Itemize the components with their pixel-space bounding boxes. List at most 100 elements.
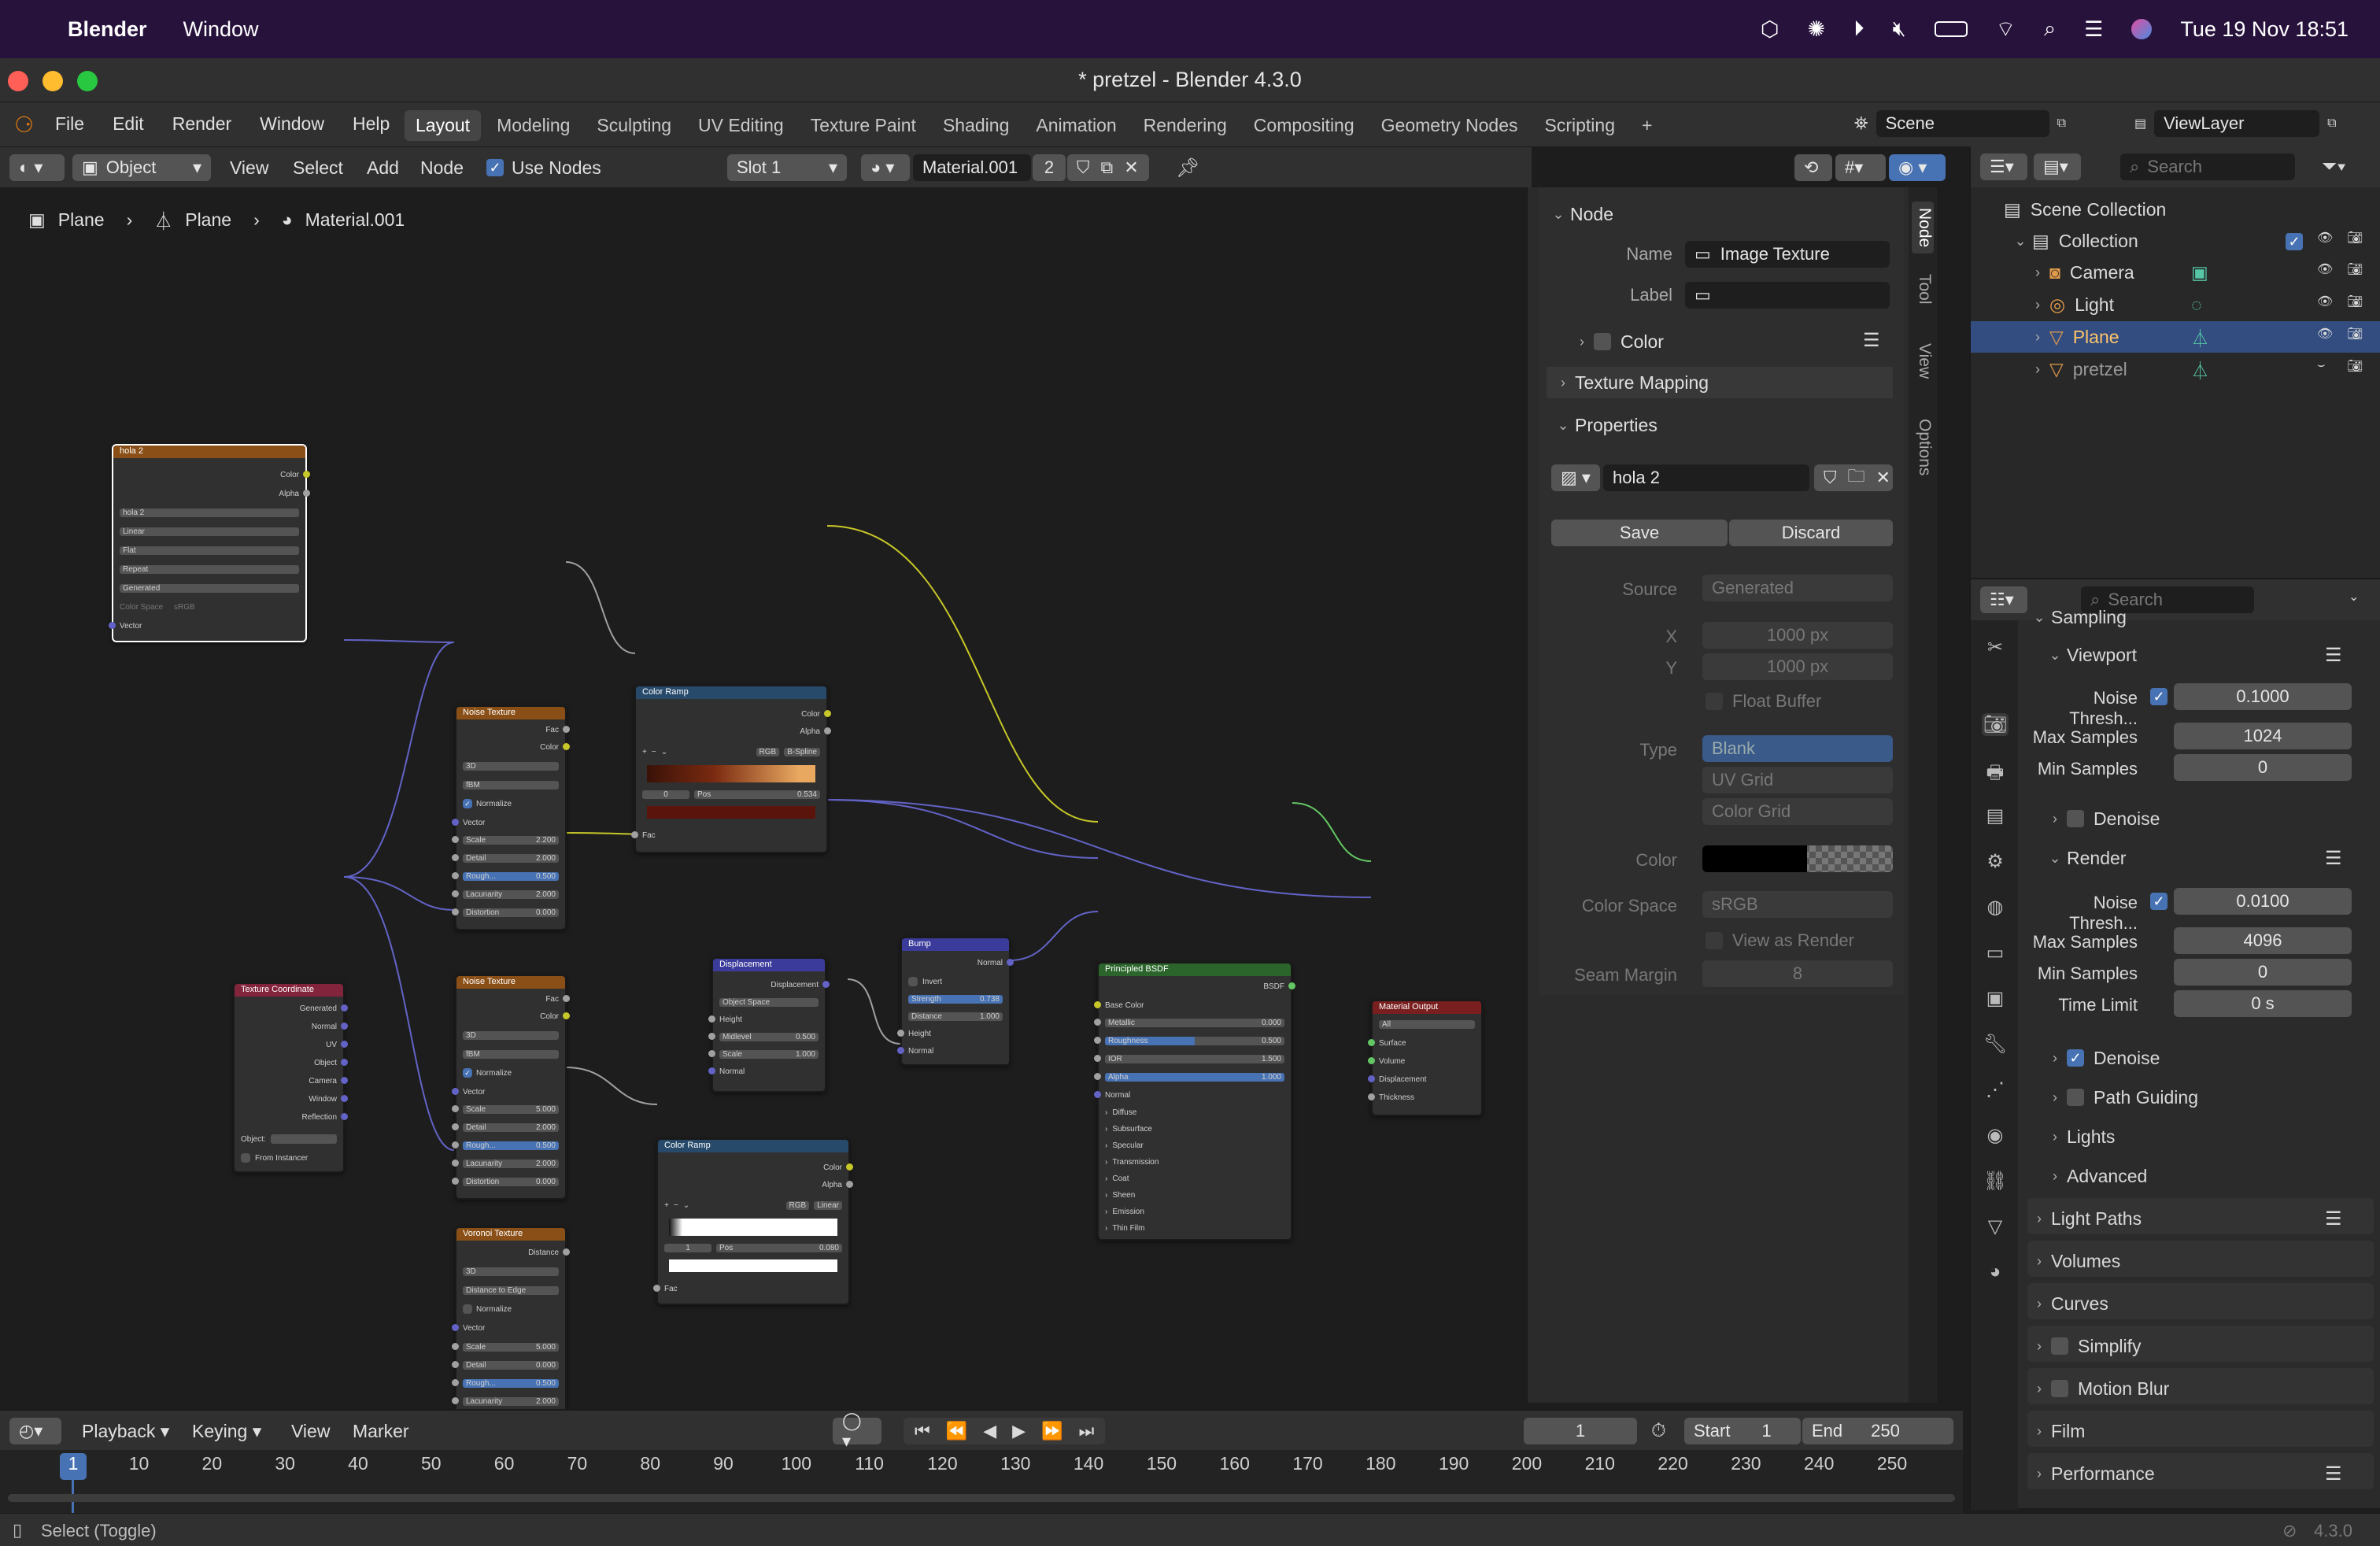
play-icon[interactable]: ▶ xyxy=(1012,1421,1026,1441)
socket[interactable] xyxy=(824,727,831,734)
socket[interactable] xyxy=(452,1141,459,1148)
color-checkbox[interactable] xyxy=(1594,333,1611,350)
image-field[interactable]: hola 2 xyxy=(120,508,299,517)
socket[interactable] xyxy=(341,1113,348,1120)
socket[interactable] xyxy=(303,471,310,478)
prop-value-field[interactable]: 1024 xyxy=(2174,723,2352,749)
socket[interactable] xyxy=(897,1030,904,1037)
prev-keyframe-icon[interactable]: ⏪ xyxy=(946,1421,967,1441)
height-field[interactable]: 1000 px xyxy=(1702,653,1893,680)
properties-panel-header[interactable]: ⌄ Properties xyxy=(1547,409,1893,441)
start-frame-field[interactable]: 1 xyxy=(1761,1421,1771,1441)
chevron-right-icon[interactable]: › xyxy=(1105,1208,1107,1216)
tab-shading[interactable]: Shading xyxy=(932,110,1020,141)
add-workspace-icon[interactable]: + xyxy=(1631,110,1663,141)
app-menu[interactable]: Blender xyxy=(68,17,147,42)
socket[interactable] xyxy=(452,1343,459,1350)
tool-icon[interactable]: ✂ xyxy=(1982,636,2009,659)
play-status-icon[interactable]: ⏵ xyxy=(1853,17,1864,42)
stopwatch-icon[interactable]: ⏱ xyxy=(1651,1420,1666,1442)
frame-ruler[interactable]: 1 10 20 30 40 50 60 70 80 90 100 110 120 130 140 150 160… xyxy=(0,1450,1963,1481)
world-icon[interactable]: ◍ xyxy=(1982,896,2009,919)
camera-render-icon[interactable]: 📷︎ xyxy=(2347,326,2363,342)
chevron-right-icon[interactable]: › xyxy=(2026,329,2049,346)
stop-index[interactable]: 0 xyxy=(642,790,689,799)
param-value[interactable]: 0.500 xyxy=(1262,1037,1281,1045)
socket[interactable] xyxy=(303,490,310,497)
outliner-item-light[interactable]: › ◎ Light ◌ xyxy=(2026,289,2238,320)
use-nodes-checkbox[interactable]: ✓ xyxy=(486,159,504,176)
new-viewlayer-icon[interactable]: ⧉ xyxy=(2327,117,2336,131)
camera-render-icon[interactable]: 📷︎ xyxy=(2347,358,2363,374)
color-ramp-gradient[interactable] xyxy=(669,1219,837,1236)
socket[interactable] xyxy=(452,890,459,897)
outliner-item-pretzel[interactable]: › ▽ pretzel ⏃ xyxy=(2026,353,2238,385)
timeline-scrollbar[interactable] xyxy=(8,1494,1955,1502)
mute-icon[interactable]: 🔇︎ xyxy=(1893,17,1906,42)
param-value[interactable]: 0.000 xyxy=(536,1361,556,1370)
slot-dropdown[interactable]: Slot 1 ▾ xyxy=(727,154,847,181)
chevron-right-icon[interactable]: › xyxy=(1105,1191,1107,1200)
scene-field[interactable]: Scene xyxy=(1876,110,2049,137)
socket[interactable] xyxy=(341,1041,348,1048)
siri-icon[interactable] xyxy=(2131,19,2153,39)
tab-geometry-nodes[interactable]: Geometry Nodes xyxy=(1370,110,1529,141)
duplicate-icon[interactable]: ⧉ xyxy=(1101,157,1114,178)
socket[interactable] xyxy=(824,710,831,717)
socket[interactable] xyxy=(452,1088,459,1095)
output-icon[interactable]: 🖶 xyxy=(1982,759,2009,791)
outliner-item-plane[interactable]: › ▽ Plane ⏃ xyxy=(2026,321,2238,353)
param-value[interactable]: 5.000 xyxy=(536,1343,556,1352)
tab-scripting[interactable]: Scripting xyxy=(1534,110,1626,141)
interpolation-dropdown[interactable]: Linear xyxy=(814,1200,842,1210)
menu-icon[interactable]: ⌄ xyxy=(661,748,667,756)
color-subpanel[interactable]: Color xyxy=(1621,331,1664,353)
socket[interactable] xyxy=(846,1163,853,1171)
socket[interactable] xyxy=(452,1379,459,1386)
viewlayer-field[interactable]: ViewLayer xyxy=(2154,110,2320,137)
socket[interactable] xyxy=(452,1361,459,1368)
pos-value[interactable]: 0.534 xyxy=(797,790,817,799)
play-reverse-icon[interactable]: ◀ xyxy=(983,1421,996,1441)
chevron-right-icon[interactable]: › xyxy=(1105,1158,1107,1167)
panel-performance[interactable]: › Performance xyxy=(2027,1458,2155,1489)
socket[interactable] xyxy=(708,1050,715,1057)
dimensions-dropdown[interactable]: 3D xyxy=(463,1030,559,1040)
socket[interactable] xyxy=(452,872,459,879)
panel-checkbox[interactable] xyxy=(2051,1337,2068,1355)
socket[interactable] xyxy=(1094,1055,1101,1062)
texture-mapping-panel[interactable]: › Texture Mapping xyxy=(1547,367,1893,398)
noise-type-dropdown[interactable]: fBM xyxy=(463,1049,559,1059)
properties-editor-icon[interactable]: ☷▾ xyxy=(1980,586,2027,613)
panel-film[interactable]: › Film xyxy=(2027,1415,2085,1447)
adaptive-sampling-checkbox[interactable]: ✓ xyxy=(2150,893,2168,910)
chevron-right-icon[interactable]: › xyxy=(2026,264,2049,281)
bsdf-subpanel[interactable]: Diffuse xyxy=(1112,1108,1136,1117)
interpolation-dropdown[interactable]: B-Spline xyxy=(784,747,820,756)
keying-menu[interactable]: Keying ▾ xyxy=(192,1421,261,1442)
normalize-checkbox[interactable]: ✓ xyxy=(463,1068,472,1078)
bsdf-subpanel[interactable]: Sheen xyxy=(1112,1191,1135,1200)
window-menu[interactable]: Window xyxy=(183,17,259,42)
node-label-field[interactable]: ▭ xyxy=(1685,282,1890,309)
blender-logo-icon[interactable]: ⚆ xyxy=(14,112,34,138)
panel-render[interactable]: ⌄ Render xyxy=(2043,842,2126,874)
scene-selector[interactable]: ⛯ Scene ⧉ xyxy=(1854,110,2066,137)
panel-denoise[interactable]: › Denoise xyxy=(2043,803,2160,834)
panel-advanced[interactable]: › Advanced xyxy=(2043,1160,2147,1192)
socket[interactable] xyxy=(563,1248,570,1256)
snapping-dropdown-icon[interactable]: #▾ xyxy=(1835,154,1886,181)
unlink-icon[interactable]: ✕ xyxy=(1876,468,1890,488)
source-dropdown[interactable]: Generated xyxy=(120,583,299,593)
bump-node[interactable]: Bump Normal Invert Strength 0.738 Distanc… xyxy=(897,937,1014,1066)
socket[interactable] xyxy=(452,819,459,826)
tab-sculpting[interactable]: Sculpting xyxy=(586,110,682,141)
dimensions-dropdown[interactable]: 3D xyxy=(463,761,559,771)
presets-list-icon[interactable]: ☰ xyxy=(2325,644,2342,667)
scale-value[interactable]: 1.000 xyxy=(796,1050,815,1059)
outliner-editor-icon[interactable]: ☰▾ xyxy=(1980,153,2027,180)
projection-dropdown[interactable]: Flat xyxy=(120,546,299,555)
jump-end-icon[interactable]: ⏭ xyxy=(1078,1421,1094,1441)
view-as-render-checkbox[interactable] xyxy=(1706,932,1723,949)
source-dropdown[interactable]: Generated xyxy=(1702,575,1893,601)
